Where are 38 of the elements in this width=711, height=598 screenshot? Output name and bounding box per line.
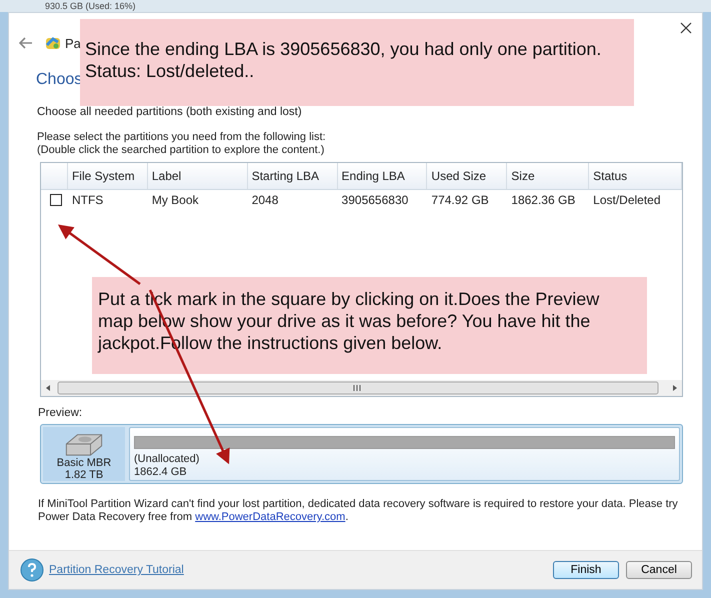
back-arrow-icon[interactable]	[19, 37, 33, 49]
close-button[interactable]	[678, 20, 694, 36]
table-cell: My Book	[152, 193, 199, 207]
horizontal-scrollbar[interactable]	[41, 380, 682, 396]
app-icon	[45, 35, 61, 51]
partition-tile[interactable]: (Unallocated) 1862.4 GB	[129, 427, 680, 481]
recovery-note: If MiniTool Partition Wizard can't find your lost partition, dedicated data recovery software is required to restore your data. Please try Power Data Recovery free from www.PowerDataRecovery.com.	[38, 498, 678, 524]
website-link[interactable]: www.PowerDataRecovery.com	[195, 511, 346, 523]
checkbox[interactable]	[50, 194, 62, 206]
dialog-button[interactable]: Cancel	[626, 561, 692, 579]
table-cell: 1862.36 GB	[511, 193, 576, 207]
annotation-callout: Since the ending LBA is 3905656830, you had only one partition. Status: Lost/deleted..	[80, 19, 634, 106]
partition-label: (Unallocated)	[134, 453, 200, 466]
column-header[interactable]: Status	[589, 163, 682, 189]
instruction-text: (Double click the searched partition to explore the content.)	[37, 144, 326, 157]
column-header[interactable]: Size	[507, 163, 590, 189]
partition-size: 1862.4 GB	[134, 466, 188, 479]
column-header[interactable]: File System	[68, 163, 148, 189]
disk-tile[interactable]: Basic MBR 1.82 TB	[43, 427, 125, 481]
table-cell: 774.92 GB	[431, 193, 489, 207]
window-title: Pa	[65, 36, 81, 50]
instruction-text: Please select the partitions you need from the following list:	[37, 131, 327, 144]
table-cell: 3905656830	[342, 193, 408, 207]
column-header[interactable]: Used Size	[427, 163, 508, 189]
disk-type: Basic MBR	[56, 457, 112, 469]
tutorial-link[interactable]: Partition Recovery Tutorial	[49, 564, 184, 576]
dialog-button[interactable]: Finish	[553, 561, 619, 579]
intro-text: Choose all needed partitions (both existing and lost)	[37, 106, 303, 118]
help-icon[interactable]	[20, 558, 44, 582]
disk-info: 930.5 GB (Used: 16%)	[45, 1, 136, 11]
table-cell: 2048	[252, 193, 278, 207]
column-header[interactable]: Starting LBA	[248, 163, 338, 189]
column-header[interactable]: Label	[148, 163, 248, 189]
table-cell: NTFS	[72, 193, 104, 207]
table-cell: Lost/Deleted	[593, 193, 661, 207]
preview-label: Preview:	[38, 407, 84, 419]
column-header[interactable]: Ending LBA	[338, 163, 428, 189]
disk-size: 1.82 TB	[64, 469, 104, 481]
